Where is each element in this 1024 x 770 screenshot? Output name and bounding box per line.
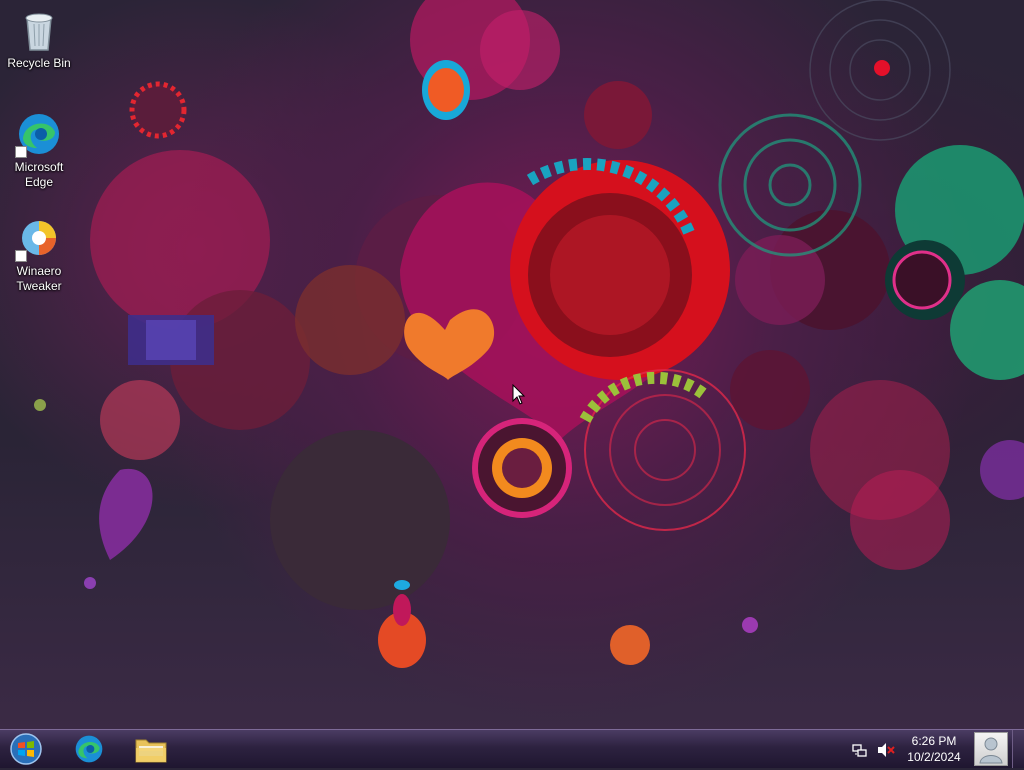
recycle-bin-icon <box>15 6 63 54</box>
user-avatar-icon <box>979 737 1003 764</box>
desktop-icon-winaero-tweaker[interactable]: Winaero Tweaker <box>1 214 77 294</box>
taskbar: 6:26 PM 10/2/2024 <box>0 729 1024 768</box>
user-avatar[interactable] <box>974 732 1008 766</box>
shortcut-arrow-icon <box>15 250 27 262</box>
edge-icon <box>75 735 103 763</box>
winaero-tweaker-icon <box>15 214 63 262</box>
mouse-cursor-icon <box>512 384 526 405</box>
edge-icon <box>15 110 63 158</box>
clock-time: 6:26 PM <box>911 734 957 748</box>
desktop-icon-microsoft-edge[interactable]: Microsoft Edge <box>1 110 77 190</box>
desktop-icon-label: Winaero Tweaker <box>16 264 62 293</box>
wallpaper-art <box>34 0 1024 668</box>
taskbar-file-explorer-button[interactable] <box>124 730 178 768</box>
network-icon[interactable] <box>852 742 868 758</box>
desktop-wallpaper: Recycle Bin Microsoft Edge Winaero Tweak… <box>0 0 1024 729</box>
shortcut-arrow-icon <box>15 146 27 158</box>
desktop-icon-label: Recycle Bin <box>7 56 71 70</box>
desktop-icon-recycle-bin[interactable]: Recycle Bin <box>1 6 77 71</box>
taskbar-edge-button[interactable] <box>62 730 116 768</box>
clock[interactable]: 6:26 PM 10/2/2024 <box>898 733 970 765</box>
show-desktop-button[interactable] <box>1012 730 1024 768</box>
desktop-icon-label: Microsoft Edge <box>14 160 64 189</box>
volume-muted-icon[interactable] <box>877 742 895 758</box>
folder-icon <box>135 739 167 763</box>
start-button[interactable] <box>0 730 52 768</box>
windows-orb-icon <box>10 733 42 765</box>
clock-date: 10/2/2024 <box>907 750 961 764</box>
